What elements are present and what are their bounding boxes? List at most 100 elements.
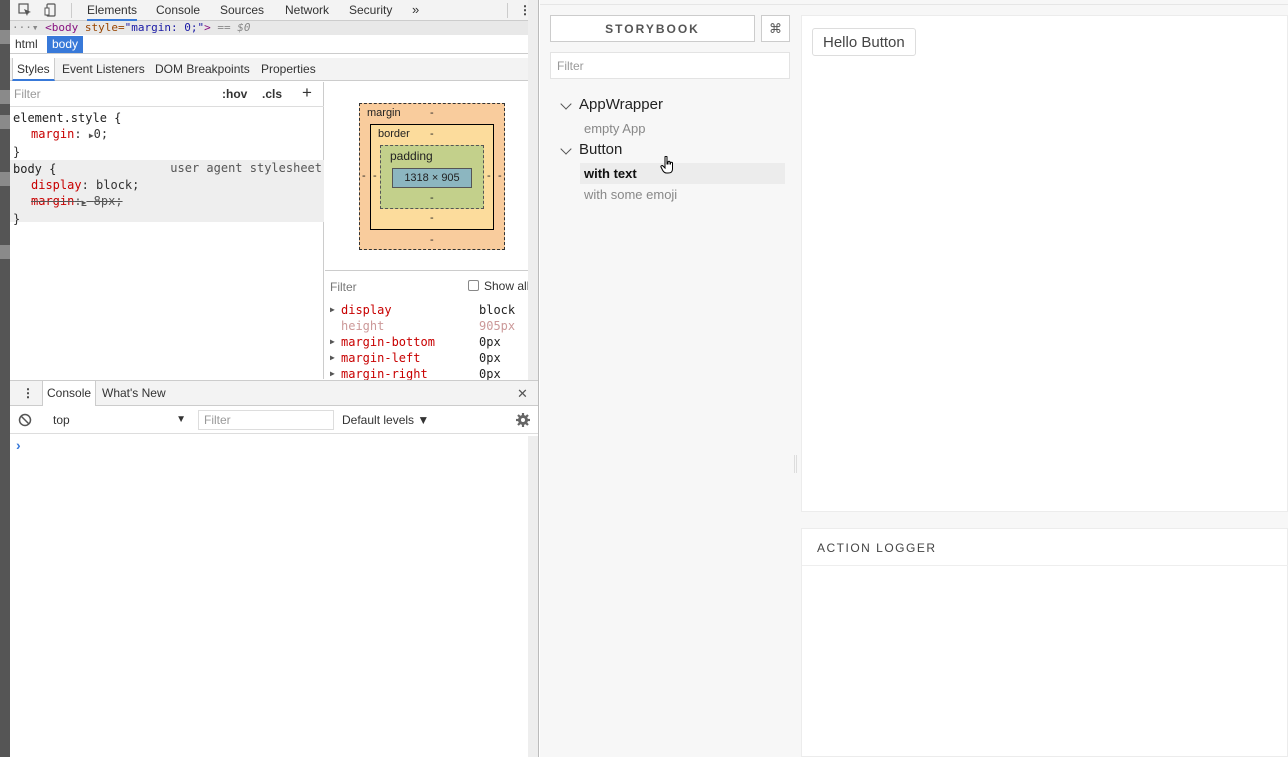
- devtools-panel: Elements Console Sources Network Securit…: [0, 0, 539, 757]
- styles-pane: Filter :hov .cls + element.style { margi…: [10, 82, 324, 379]
- padding-bottom-value: -: [430, 192, 434, 204]
- inspect-element-icon[interactable]: [18, 3, 32, 17]
- box-model-padding[interactable]: padding - 1318 × 905: [380, 145, 484, 209]
- checkbox-box[interactable]: [468, 280, 479, 291]
- margin-left-value: -: [362, 170, 366, 182]
- subtab-dom-breakpoints[interactable]: DOM Breakpoints: [155, 58, 250, 81]
- computed-property-row[interactable]: ▶ display block: [330, 302, 534, 318]
- console-scrollbar[interactable]: [528, 436, 538, 757]
- box-model-pane: margin - - - - border - - - - padding - …: [325, 82, 538, 270]
- property-value[interactable]: 0;: [94, 127, 108, 141]
- tab-network[interactable]: Network: [285, 0, 329, 21]
- dropdown-arrow-icon: ▼: [176, 414, 186, 425]
- console-filter-input[interactable]: Filter: [198, 410, 334, 430]
- show-all-label: Show all: [484, 279, 530, 293]
- story-with-text[interactable]: with text: [580, 163, 785, 184]
- top-divider: [540, 4, 1288, 5]
- expand-triangle-icon[interactable]: ▶: [330, 334, 335, 350]
- tab-security[interactable]: Security: [349, 0, 392, 21]
- new-rule-button[interactable]: +: [302, 83, 312, 103]
- dom-tag-close: >: [204, 21, 211, 34]
- hover-state-toggle[interactable]: :hov: [222, 87, 247, 101]
- computed-property-row[interactable]: height 905px: [330, 318, 534, 334]
- subtab-event-listeners[interactable]: Event Listeners: [62, 58, 145, 81]
- element-style-rule[interactable]: element.style { margin: ▶0; }: [10, 110, 324, 160]
- drawer-menu-icon[interactable]: ⋮: [22, 381, 34, 406]
- breadcrumb-html[interactable]: html: [10, 36, 43, 53]
- context-value: top: [53, 413, 70, 427]
- box-model-content[interactable]: 1318 × 905: [392, 168, 472, 188]
- console-prompt-icon[interactable]: ›: [16, 437, 21, 453]
- body-user-agent-rule[interactable]: body { user agent stylesheet display: bl…: [10, 160, 324, 226]
- rule-close: }: [13, 212, 21, 226]
- expand-triangle-icon: ▶: [81, 198, 87, 207]
- computed-property-name: margin-bottom: [341, 335, 435, 349]
- storybook-app: STORYBOOK ⌘ Filter AppWrapper empty App …: [540, 0, 1288, 757]
- hand-cursor-icon: [660, 156, 673, 174]
- computed-property-value: 0px: [479, 335, 501, 349]
- edge-fragment: [0, 90, 10, 104]
- margin-bottom-value: -: [430, 234, 434, 246]
- margin-top-value: -: [430, 107, 434, 119]
- tab-sources[interactable]: Sources: [220, 0, 264, 21]
- class-toggle[interactable]: .cls: [262, 87, 282, 101]
- expand-triangle-icon[interactable]: ▶: [330, 302, 335, 318]
- border-left-value: -: [373, 170, 377, 182]
- computed-property-value: 905px: [479, 319, 516, 333]
- box-model-margin[interactable]: margin - - - - border - - - - padding - …: [359, 103, 505, 250]
- margin-right-value: -: [498, 170, 502, 182]
- property-name[interactable]: margin: [31, 127, 74, 141]
- log-levels-dropdown[interactable]: Default levels ▼: [342, 410, 429, 430]
- styles-filter-row: Filter :hov .cls +: [10, 82, 324, 107]
- edge-fragment: [0, 30, 10, 44]
- tab-elements[interactable]: Elements: [87, 0, 138, 21]
- border-label: border: [378, 128, 410, 140]
- console-settings-gear-icon[interactable]: [515, 412, 531, 431]
- story-with-some-emoji[interactable]: with some emoji: [580, 184, 677, 205]
- dom-tag-open: <body: [45, 21, 79, 34]
- more-tabs-button[interactable]: »: [412, 0, 419, 21]
- toolbar-separator: [507, 3, 508, 18]
- subtab-styles[interactable]: Styles: [12, 58, 55, 81]
- margin-label: margin: [367, 107, 401, 119]
- subtab-properties[interactable]: Properties: [261, 58, 316, 81]
- edge-fragment: [0, 245, 10, 259]
- box-model-border[interactable]: border - - - - padding - 1318 × 905: [370, 124, 494, 230]
- devtools-scrollbar[interactable]: [528, 0, 538, 380]
- context-selector[interactable]: top ▼: [46, 410, 188, 430]
- story-empty-app[interactable]: empty App: [580, 118, 645, 139]
- shortcuts-button[interactable]: ⌘: [761, 15, 790, 42]
- action-logger-title: ACTION LOGGER: [817, 541, 937, 555]
- dom-tree-selected-node[interactable]: ···▾ <body style="margin: 0;"> == $0: [10, 21, 538, 35]
- styles-filter-input[interactable]: Filter: [14, 87, 41, 101]
- property-value: block;: [96, 178, 140, 192]
- overridden-property-name: margin: [31, 194, 75, 208]
- property-name: display: [31, 178, 82, 192]
- expand-triangle-icon[interactable]: ▶: [330, 350, 335, 366]
- panel-resize-handle[interactable]: [794, 455, 797, 473]
- clear-console-icon[interactable]: [18, 413, 32, 430]
- stories-filter-input[interactable]: Filter: [550, 52, 790, 79]
- drawer-tab-console[interactable]: Console: [42, 381, 97, 406]
- device-toolbar-icon[interactable]: [44, 3, 58, 17]
- tab-console[interactable]: Console: [156, 0, 200, 21]
- devtools-toolbar: Elements Console Sources Network Securit…: [10, 0, 538, 21]
- storybook-title-button[interactable]: STORYBOOK: [550, 15, 755, 42]
- border-right-value: -: [487, 170, 491, 182]
- console-toolbar: top ▼ Filter Default levels ▼: [10, 407, 538, 434]
- kind-label: AppWrapper: [579, 96, 663, 113]
- drawer-tab-whats-new[interactable]: What's New: [102, 381, 166, 406]
- breadcrumb-body[interactable]: body: [47, 36, 84, 53]
- close-drawer-icon[interactable]: ✕: [517, 381, 528, 406]
- show-all-checkbox[interactable]: Show all: [468, 279, 529, 293]
- hello-button[interactable]: Hello Button: [812, 28, 916, 56]
- overridden-property-value: 8px;: [93, 194, 123, 208]
- panel-divider: [802, 565, 1288, 566]
- computed-property-row[interactable]: ▶ margin-bottom 0px: [330, 334, 534, 350]
- rule-selector: element.style {: [13, 111, 122, 125]
- chevron-down-icon: [560, 98, 572, 110]
- computed-filter-input[interactable]: Filter: [330, 280, 357, 294]
- breadcrumb: html body: [10, 35, 538, 54]
- computed-property-row[interactable]: ▶ margin-left 0px: [330, 350, 534, 366]
- story-preview-frame: Hello Button: [801, 15, 1288, 512]
